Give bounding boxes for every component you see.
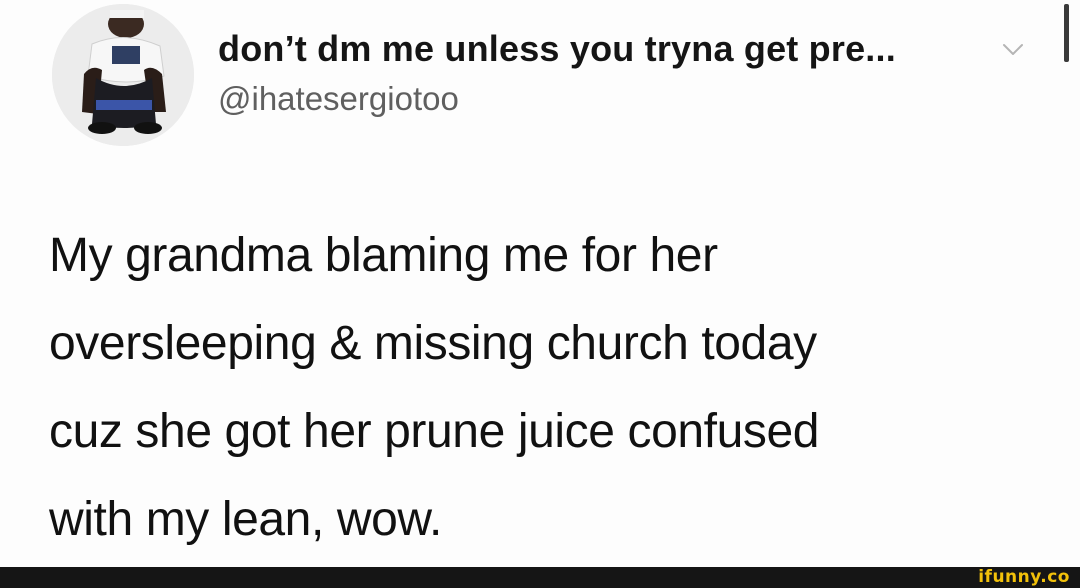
scroll-indicator — [1064, 4, 1069, 62]
chevron-down-icon[interactable] — [1001, 42, 1025, 58]
tweet-text-line: My grandma blaming me for her — [49, 229, 718, 282]
tweet-card: don’t dm me unless you tryna get pre... … — [0, 0, 1080, 567]
user-handle[interactable]: @ihatesergiotoo — [218, 80, 459, 118]
tweet-text-line: with my lean, wow. — [49, 493, 442, 546]
avatar[interactable] — [52, 4, 194, 146]
display-name[interactable]: don’t dm me unless you tryna get pre... — [218, 28, 896, 70]
tweet-text-line: oversleeping & missing church today — [49, 317, 817, 370]
avatar-photo — [52, 4, 194, 146]
tweet-text-line: cuz she got her prune juice confused — [49, 405, 820, 458]
watermark-logo[interactable]: ifunny.co — [978, 567, 1070, 588]
tweet-text: My grandma blaming me for her oversleepi… — [49, 212, 1009, 564]
watermark-bar: ifunny.co — [0, 567, 1080, 588]
